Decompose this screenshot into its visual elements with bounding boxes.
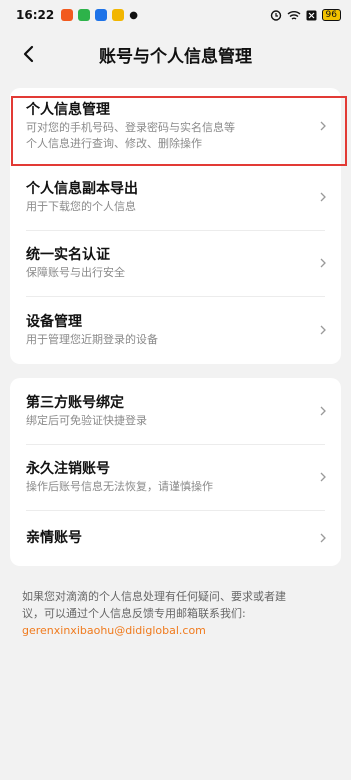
chevron-right-icon (320, 258, 326, 268)
sim-icon (306, 10, 317, 20)
chevron-right-icon (320, 533, 326, 543)
page-title: 账号与个人信息管理 (99, 46, 252, 67)
footer-text-line: 议，可以通过个人信息反馈专用邮箱联系我们: (22, 607, 246, 620)
chevron-right-icon (320, 406, 326, 416)
more-notifications-dot-icon: ● (129, 9, 138, 21)
alarm-icon (270, 10, 281, 21)
menu-item-title: 设备管理 (26, 314, 82, 330)
menu-item-family-account[interactable]: 亲情账号 (10, 510, 341, 566)
menu-item-title: 统一实名认证 (26, 247, 110, 263)
menu-item-device-management[interactable]: 设备管理 用于管理您近期登录的设备 (10, 296, 341, 364)
menu-item-description: 操作后账号信息无法恢复，请谨慎操作 (26, 480, 213, 493)
menu-item-title: 第三方账号绑定 (26, 395, 124, 411)
status-right: 96 (270, 9, 341, 21)
menu-item-personal-info-management[interactable]: 个人信息管理 可对您的手机号码、登录密码与实名信息等 个人信息进行查询、修改、删… (10, 88, 341, 164)
menu-item-third-party-binding[interactable]: 第三方账号绑定 绑定后可免验证快捷登录 (10, 378, 341, 444)
back-button[interactable] (14, 40, 42, 68)
menu-item-description: 绑定后可免验证快捷登录 (26, 414, 147, 427)
menu-item-description: 用于管理您近期登录的设备 (26, 333, 158, 346)
notification-app-icon (95, 9, 108, 21)
chevron-right-icon (320, 192, 326, 202)
wifi-icon (287, 10, 301, 20)
chevron-right-icon (320, 325, 326, 335)
footer-text-line: 如果您对滴滴的个人信息处理有任何疑问、要求或者建 (22, 590, 286, 603)
status-left: 16:22 ● (16, 8, 138, 22)
status-time: 16:22 (16, 8, 55, 22)
account-binding-card: 第三方账号绑定 绑定后可免验证快捷登录 永久注销账号 操作后账号信息无法恢复，请… (10, 378, 341, 566)
account-settings-card: 个人信息管理 可对您的手机号码、登录密码与实名信息等 个人信息进行查询、修改、删… (10, 88, 341, 364)
menu-item-delete-account[interactable]: 永久注销账号 操作后账号信息无法恢复，请谨慎操作 (10, 444, 341, 510)
chevron-right-icon (320, 472, 326, 482)
menu-item-title: 个人信息管理 (26, 102, 110, 118)
notification-app-icon (61, 9, 74, 21)
chevron-left-icon (23, 45, 34, 63)
menu-item-description: 保障账号与出行安全 (26, 266, 125, 279)
chevron-right-icon (320, 121, 326, 131)
menu-item-description: 可对您的手机号码、登录密码与实名信息等 (26, 121, 235, 134)
notification-app-icon (112, 9, 125, 21)
menu-item-title: 个人信息副本导出 (26, 181, 138, 197)
menu-item-description: 用于下载您的个人信息 (26, 200, 136, 213)
status-bar: 16:22 ● 96 (0, 0, 351, 30)
contact-footer: 如果您对滴滴的个人信息处理有任何疑问、要求或者建 议，可以通过个人信息反馈专用邮… (22, 588, 329, 639)
feedback-email-link[interactable]: gerenxinxibaohu@didiglobal.com (22, 622, 329, 639)
battery-indicator: 96 (321, 9, 341, 21)
menu-item-description: 个人信息进行查询、修改、删除操作 (26, 137, 202, 150)
navigation-bar: 账号与个人信息管理 (0, 30, 351, 78)
menu-item-title: 亲情账号 (26, 530, 82, 546)
menu-item-real-name-verification[interactable]: 统一实名认证 保障账号与出行安全 (10, 230, 341, 296)
notification-app-icon (78, 9, 91, 21)
menu-item-title: 永久注销账号 (26, 461, 110, 477)
menu-item-personal-info-export[interactable]: 个人信息副本导出 用于下载您的个人信息 (10, 164, 341, 230)
